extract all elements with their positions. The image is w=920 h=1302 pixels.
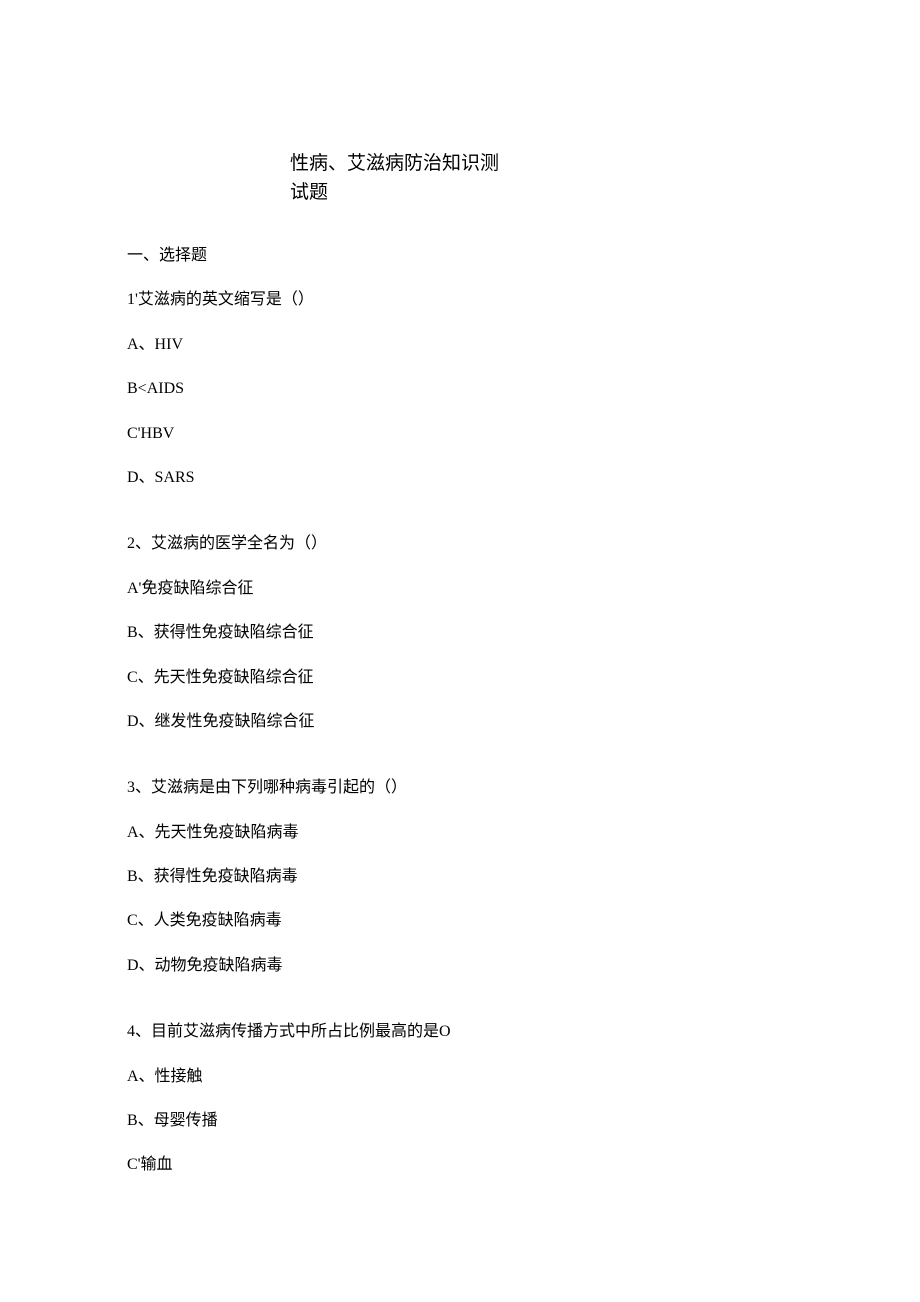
q2-option-c: C、先天性免疫缺陷综合征 bbox=[127, 667, 793, 689]
question-4: 4、目前艾滋病传播方式中所占比例最高的是O bbox=[127, 1021, 793, 1043]
q3-option-a: A、先天性免疫缺陷病毒 bbox=[127, 822, 793, 844]
q4-option-b: B、母婴传播 bbox=[127, 1110, 793, 1132]
document-content: 一、选择题 1'艾滋病的英文缩写是（） A、HIV B<AIDS C'HBV D… bbox=[127, 245, 793, 1177]
q2-option-d: D、继发性免疫缺陷综合征 bbox=[127, 711, 793, 733]
q4-option-c: C'输血 bbox=[127, 1154, 793, 1176]
title-line-1: 性病、艾滋病防治知识测 bbox=[290, 150, 793, 179]
question-3: 3、艾滋病是由下列哪种病毒引起的（） bbox=[127, 777, 793, 799]
q2-option-b: B、获得性免疫缺陷综合征 bbox=[127, 622, 793, 644]
q1-option-d: D、SARS bbox=[127, 467, 793, 489]
q3-option-b: B、获得性免疫缺陷病毒 bbox=[127, 866, 793, 888]
q1-option-c: C'HBV bbox=[127, 423, 793, 445]
question-2: 2、艾滋病的医学全名为（） bbox=[127, 533, 793, 555]
q1-option-a: A、HIV bbox=[127, 334, 793, 356]
q3-option-c: C、人类免疫缺陷病毒 bbox=[127, 910, 793, 932]
q4-option-a: A、性接触 bbox=[127, 1066, 793, 1088]
title-line-2: 试题 bbox=[290, 179, 793, 208]
q2-option-a: A'免疫缺陷综合征 bbox=[127, 578, 793, 600]
document-title: 性病、艾滋病防治知识测 试题 bbox=[290, 150, 793, 207]
q1-option-b: B<AIDS bbox=[127, 378, 793, 400]
question-1: 1'艾滋病的英文缩写是（） bbox=[127, 289, 793, 311]
section-header: 一、选择题 bbox=[127, 245, 793, 267]
q3-option-d: D、动物免疫缺陷病毒 bbox=[127, 955, 793, 977]
